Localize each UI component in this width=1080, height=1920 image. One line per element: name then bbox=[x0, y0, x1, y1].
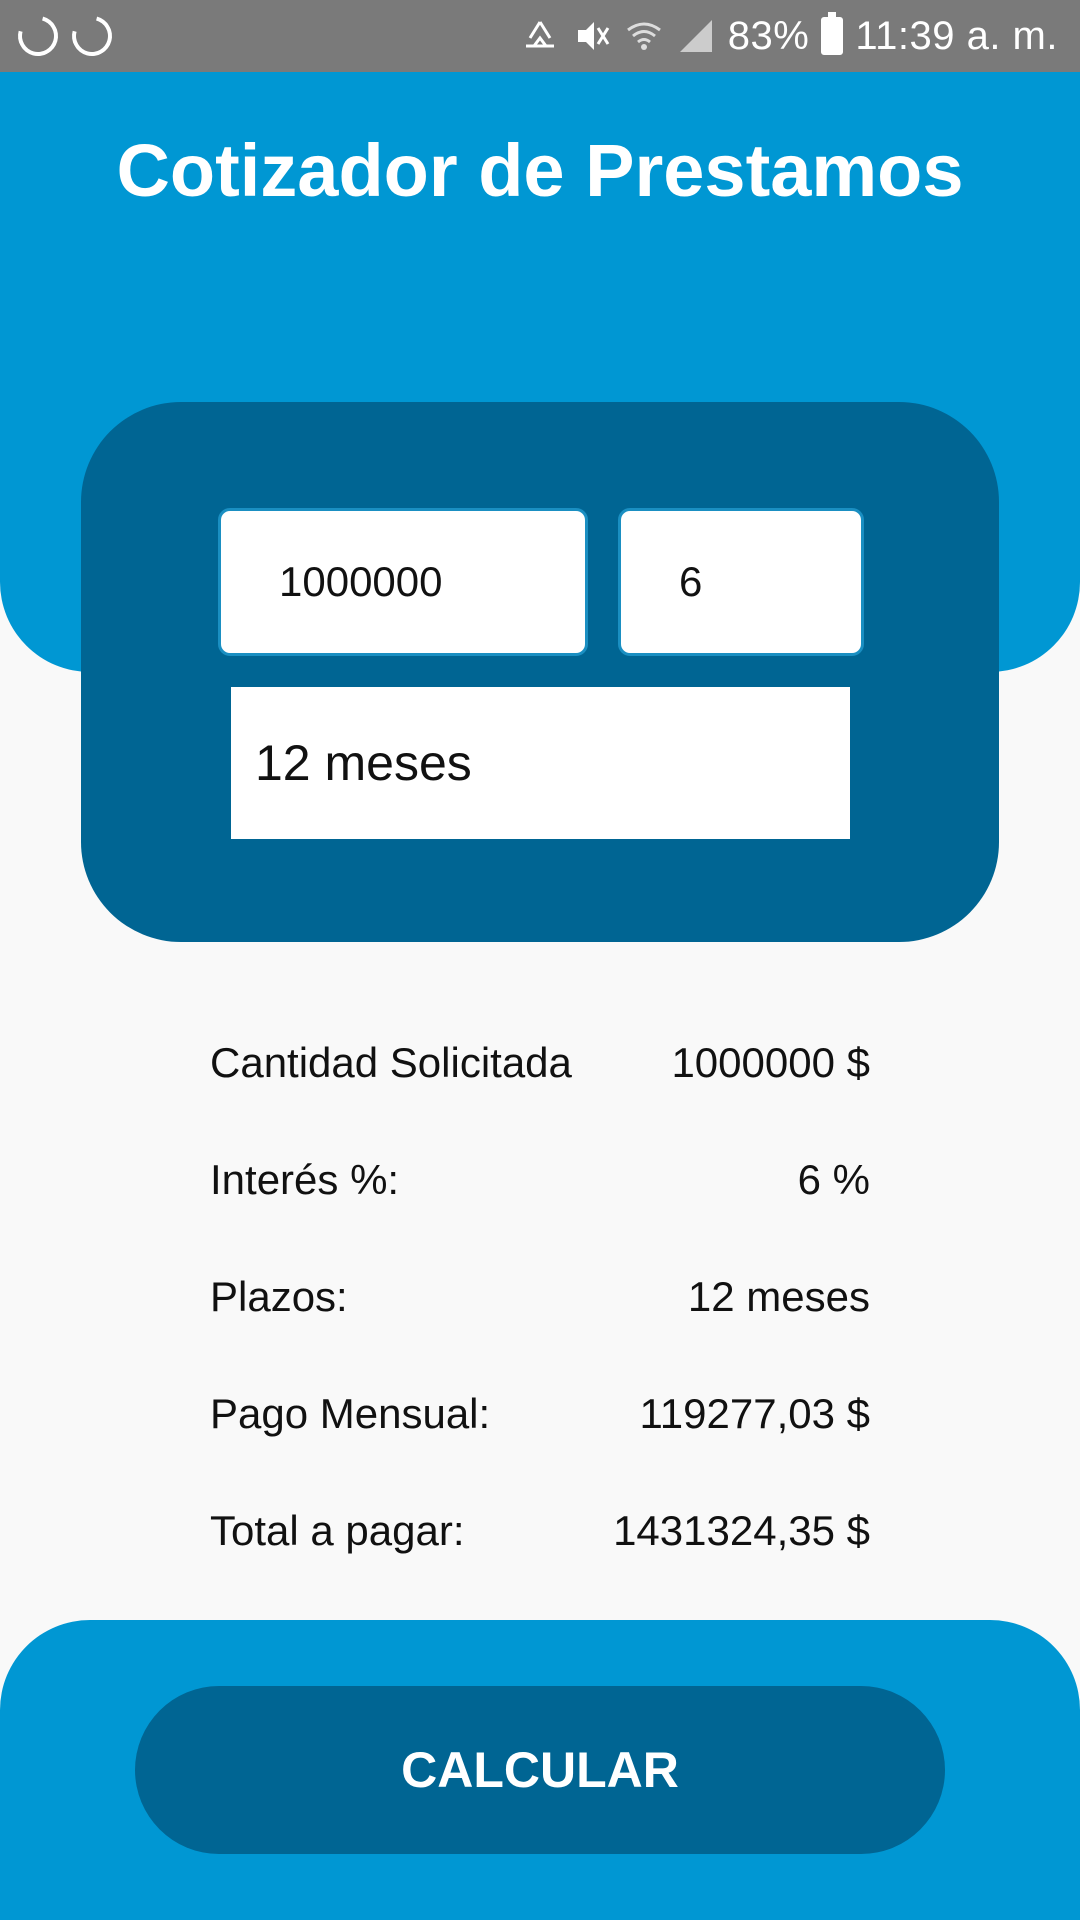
status-bar: 83% 11:39 a. m. bbox=[0, 0, 1080, 72]
battery-icon bbox=[821, 12, 844, 55]
term-select[interactable]: 12 meses bbox=[231, 687, 850, 839]
amount-input-value: 1000000 bbox=[279, 558, 443, 605]
page-title: Cotizador de Prestamos bbox=[116, 129, 964, 212]
interest-input-value: 6 bbox=[679, 558, 703, 605]
summary-value: 1431324,35 $ bbox=[613, 1506, 870, 1554]
status-time: 11:39 a. m. bbox=[855, 13, 1058, 58]
summary-label: Interés %: bbox=[210, 1155, 400, 1203]
amount-input[interactable]: 1000000 bbox=[218, 508, 588, 656]
battery-percentage: 83% bbox=[727, 13, 810, 58]
summary-row-total: Total a pagar: 1431324,35 $ bbox=[210, 1472, 870, 1589]
calculate-button[interactable]: CALCULAR bbox=[135, 1686, 945, 1854]
term-select-value: 12 meses bbox=[255, 735, 472, 791]
loading-spinner-icon bbox=[64, 8, 120, 64]
summary-row-interest: Interés %: 6 % bbox=[210, 1121, 870, 1238]
summary-value: 6 % bbox=[797, 1155, 870, 1203]
summary-row-amount: Cantidad Solicitada 1000000 $ bbox=[210, 1004, 870, 1121]
summary-value: 119277,03 $ bbox=[639, 1389, 870, 1437]
summary-label: Total a pagar: bbox=[210, 1506, 465, 1554]
loading-spinner-icon bbox=[10, 8, 66, 64]
recycle-icon bbox=[525, 21, 554, 48]
summary-row-monthly-payment: Pago Mensual: 119277,03 $ bbox=[210, 1355, 870, 1472]
summary-value: 1000000 $ bbox=[671, 1038, 870, 1086]
summary-label: Pago Mensual: bbox=[210, 1389, 491, 1437]
input-card: 1000000 6 12 meses bbox=[81, 402, 999, 942]
summary-row-term: Plazos: 12 meses bbox=[210, 1238, 870, 1355]
summary-label: Plazos: bbox=[210, 1272, 348, 1320]
summary-label: Cantidad Solicitada bbox=[210, 1038, 572, 1086]
interest-input[interactable]: 6 bbox=[618, 508, 864, 656]
status-right: 83% 11:39 a. m. bbox=[520, 12, 1058, 59]
mute-icon bbox=[577, 22, 610, 50]
status-left bbox=[10, 8, 120, 64]
cell-signal-icon bbox=[679, 20, 712, 52]
wifi-icon bbox=[626, 22, 661, 50]
summary-value: 12 meses bbox=[687, 1272, 870, 1320]
summary-list: Cantidad Solicitada 1000000 $ Interés %:… bbox=[210, 1004, 870, 1589]
